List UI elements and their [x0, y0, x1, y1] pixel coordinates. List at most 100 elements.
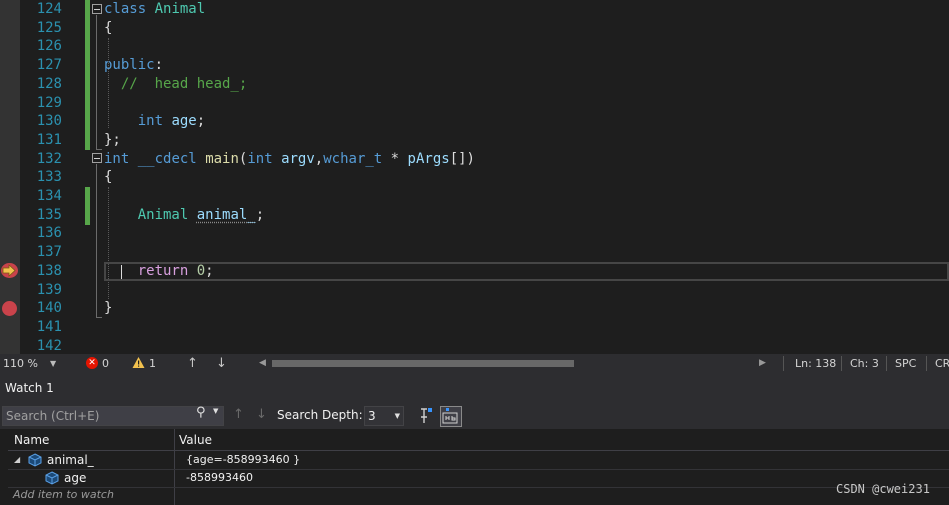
zoom-level[interactable]: 110 %: [3, 354, 38, 373]
hexadecimal-display-icon[interactable]: [440, 406, 462, 427]
scroll-right-icon[interactable]: ▶: [759, 354, 766, 373]
watch-title[interactable]: Watch 1: [0, 373, 949, 403]
fold-guide: [96, 164, 97, 317]
class-object-icon: [28, 453, 42, 467]
add-watch-row[interactable]: Add item to watch: [8, 487, 949, 504]
arrow-down-icon[interactable]: ↓: [216, 354, 227, 373]
code-line[interactable]: 135 Animal animal_;: [0, 206, 949, 225]
value-column-header[interactable]: Value: [179, 431, 212, 450]
line-ending-indicator[interactable]: CR: [935, 354, 949, 373]
code-text[interactable]: Animal animal_;: [104, 206, 264, 225]
code-line[interactable]: 134: [0, 187, 949, 206]
code-text[interactable]: class Animal: [104, 0, 205, 19]
code-token: int: [104, 150, 130, 167]
search-depth-select[interactable]: 3 ▼: [364, 406, 404, 426]
add-item-placeholder[interactable]: Add item to watch: [13, 488, 114, 501]
watch-value[interactable]: {age=-858993460 }: [186, 453, 300, 466]
code-line[interactable]: 140}: [0, 299, 949, 318]
breakpoint-icon[interactable]: [2, 301, 17, 316]
code-line[interactable]: 137: [0, 243, 949, 262]
line-number: 126: [36, 38, 62, 55]
divider: [841, 356, 842, 371]
warning-count[interactable]: 1: [149, 354, 156, 373]
line-number: 128: [36, 75, 62, 92]
code-token: Animal: [137, 206, 189, 223]
code-text[interactable]: }: [104, 299, 112, 318]
table-row[interactable]: age -858993460: [8, 470, 949, 487]
code-line[interactable]: 139: [0, 281, 949, 300]
code-token: {: [104, 19, 113, 36]
watch-name: age: [64, 471, 87, 485]
code-line[interactable]: 128 // head head_;: [0, 75, 949, 94]
expand-triangle-icon[interactable]: ◢: [14, 455, 20, 464]
code-token: argv: [281, 150, 315, 167]
code-line[interactable]: 136: [0, 224, 949, 243]
code-text[interactable]: {: [104, 19, 112, 38]
line-number: 125: [36, 19, 62, 36]
code-text[interactable]: int __cdecl main(int argv,wchar_t * pArg…: [104, 150, 475, 169]
code-line[interactable]: 142: [0, 337, 949, 354]
search-input[interactable]: Search (Ctrl+E): [2, 406, 224, 426]
code-text[interactable]: {: [104, 168, 112, 187]
code-line[interactable]: 133 {: [0, 168, 949, 187]
code-token: *: [382, 150, 408, 167]
code-line[interactable]: 127 public:: [0, 56, 949, 75]
code-line[interactable]: 124 class Animal: [0, 0, 949, 19]
current-line-highlight: [104, 262, 949, 281]
column-indicator[interactable]: Ch: 3: [850, 354, 879, 373]
header-divider: [8, 450, 949, 451]
pin-icon[interactable]: [416, 407, 434, 425]
chevron-down-icon[interactable]: ▼: [50, 354, 56, 373]
line-indicator[interactable]: Ln: 138: [795, 354, 836, 373]
code-text[interactable]: // head head_;: [104, 75, 247, 94]
chevron-down-icon[interactable]: ▼: [213, 407, 218, 415]
find-next-icon[interactable]: ↓: [256, 407, 267, 422]
search-icon[interactable]: ⚲: [196, 405, 206, 420]
code-line[interactable]: 132 int __cdecl main(int argv,wchar_t * p…: [0, 150, 949, 169]
fold-toggle-class[interactable]: [92, 4, 102, 14]
line-number: 131: [36, 131, 62, 148]
name-column-header[interactable]: Name: [14, 431, 49, 450]
table-row[interactable]: ◢ animal_ {age=-858993460 }: [8, 452, 949, 469]
line-number: 134: [36, 188, 62, 204]
divider: [886, 356, 887, 371]
indent-guide: [108, 187, 109, 299]
code-text[interactable]: int age;: [104, 112, 205, 131]
code-token: ;: [196, 113, 206, 130]
warning-icon[interactable]: [132, 356, 145, 369]
code-line[interactable]: 126: [0, 37, 949, 56]
watermark: CSDN @cwei231: [836, 482, 930, 496]
watch-value[interactable]: -858993460: [186, 471, 253, 484]
code-line[interactable]: 131};: [0, 131, 949, 150]
search-depth-label: Search Depth:: [277, 408, 363, 422]
fold-guide-end: [96, 149, 102, 150]
code-editor[interactable]: 124 class Animal 125 {126 127 public: 128 // h…: [0, 0, 949, 354]
code-token: age: [171, 113, 197, 130]
spacing-indicator[interactable]: SPC: [895, 354, 916, 373]
code-line[interactable]: 129: [0, 94, 949, 113]
code-token: wchar_t: [323, 150, 383, 167]
fold-toggle-main[interactable]: [92, 153, 102, 163]
horizontal-scrollbar-thumb[interactable]: [272, 360, 574, 367]
find-previous-icon[interactable]: ↑: [233, 407, 244, 422]
breakpoint-current-statement-icon[interactable]: [1, 263, 18, 278]
line-number: 129: [36, 94, 62, 111]
line-number: 133: [36, 169, 62, 186]
code-text[interactable]: };: [104, 131, 121, 150]
arrow-up-icon[interactable]: ↑: [187, 354, 198, 373]
watch-name: animal_: [47, 453, 94, 467]
error-icon[interactable]: ✕: [86, 357, 98, 369]
code-token: int: [247, 150, 273, 167]
error-count[interactable]: 0: [102, 354, 109, 373]
code-token: };: [104, 131, 121, 148]
scroll-left-icon[interactable]: ◀: [259, 354, 266, 373]
code-line[interactable]: 125 {: [0, 19, 949, 38]
code-line[interactable]: 141: [0, 318, 949, 337]
code-text[interactable]: public:: [104, 56, 163, 75]
line-number: 132: [36, 150, 62, 167]
line-number: 135: [36, 206, 62, 223]
code-line[interactable]: 130 int age;: [0, 112, 949, 131]
